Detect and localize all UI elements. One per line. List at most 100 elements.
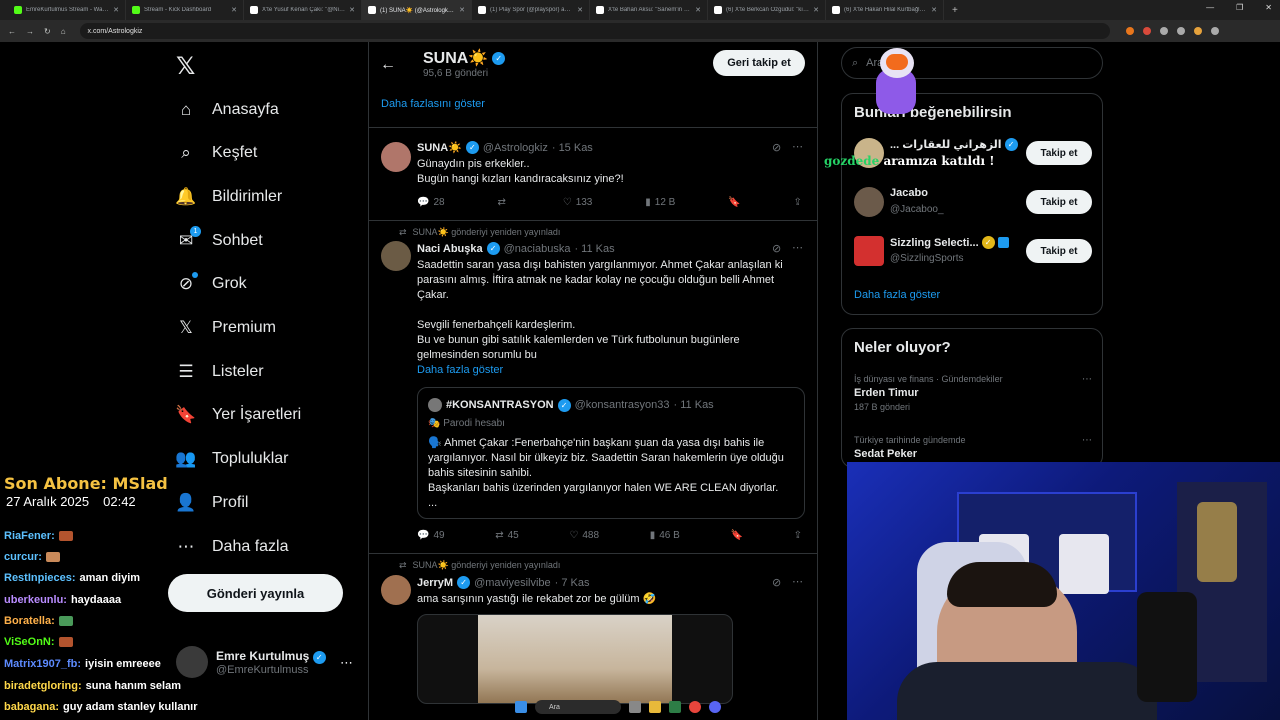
more-icon[interactable]: ⋯ [1082,374,1092,385]
nav-item-bildirimler[interactable]: 🔔 Bildirimler [175,182,282,212]
avatar [381,142,411,172]
trend-item[interactable]: İş dünyası ve finans · Gündemdekiler Erd… [854,374,1092,412]
grok-explain-icon[interactable]: ⊘ [772,576,781,589]
share-button[interactable]: ⇪ [794,197,802,208]
repost-button[interactable]: ⇄ 45 [495,530,519,541]
browser-tab[interactable]: (1) SUNA☀️ (@Astrologkiz) / X ✕ [362,0,472,20]
url-text: x.com/Astrologkiz [87,27,143,35]
extension-icon[interactable] [1159,27,1168,35]
show-more-link[interactable]: Daha fazlasını göster [381,98,485,110]
task-view-icon[interactable] [629,701,641,713]
windows-start-icon[interactable] [515,701,527,713]
follow-button[interactable]: Takip et [1026,141,1092,165]
back-arrow-icon[interactable]: ← [380,56,396,74]
nav-item-premium[interactable]: 𝕏 Premium [176,313,276,343]
profile-avatar-icon[interactable] [1193,27,1202,35]
account-more-icon[interactable]: ⋯ [340,655,353,671]
nav-label: Profil [212,494,249,511]
discord-icon[interactable] [709,701,721,713]
tab-close-icon[interactable]: ✕ [577,6,583,14]
views-button[interactable]: ▮ 12 B [645,197,675,208]
nav-label: Yer İşaretleri [212,406,302,423]
back-nav-icon[interactable]: ← [8,27,16,36]
suggestion-item[interactable]: Sizzling Selecti... ✓ @SizzlingSports Tak… [854,232,1092,272]
show-more-link[interactable]: Daha fazla göster [854,289,940,301]
browser-tab[interactable]: EmreKurtulmus Stream - Watch ✕ [8,0,126,20]
forward-nav-icon[interactable]: → [26,27,34,36]
follow-button[interactable]: Takip et [1026,239,1092,263]
tweet[interactable]: SUNA☀️ ✓ @Astrologkiz · 15 Kas Günaydın pi… [381,140,806,220]
more-icon[interactable]: ⋯ [1082,435,1092,446]
tab-title: X'te Bahan Aksu: "Sanem'in bilik... [608,7,692,13]
bookmark-button[interactable]: 🔖 [730,530,742,541]
nav-item-profil[interactable]: 👤 Profil [175,488,249,518]
tab-close-icon[interactable]: ✕ [931,6,937,14]
x-logo-icon[interactable]: 𝕏 [176,52,195,81]
browser-tab[interactable]: Stream - Kick Dashboard ✕ [126,0,244,20]
home-nav-icon[interactable]: ⌂ [61,27,66,36]
chrome-icon[interactable] [689,701,701,713]
card-title: Neler oluyor? [854,339,951,356]
reply-button[interactable]: 💬 49 [417,530,445,541]
reload-icon[interactable]: ↻ [44,27,51,36]
nav-item-grok[interactable]: ⊘ Grok [176,269,247,299]
tab-close-icon[interactable]: ✕ [231,6,237,14]
tab-close-icon[interactable]: ✕ [695,6,701,14]
more-icon[interactable]: ⋯ [792,575,803,588]
notification-dot [192,272,198,278]
taskbar-search[interactable]: Ara [535,700,621,714]
browser-tab[interactable]: X'te Bahan Aksu: "Sanem'in bilik... ✕ [590,0,708,20]
browser-tab[interactable]: (1) Play Spor (@playspor) adlı k... ✕ [472,0,590,20]
repost-button[interactable]: ⇄ [497,197,509,208]
maximize-icon[interactable]: ❐ [1236,3,1243,12]
show-more-link[interactable]: Daha fazla göster [417,363,802,378]
tab-close-icon[interactable]: ✕ [349,6,355,14]
grok-explain-icon[interactable]: ⊘ [772,242,781,255]
file-explorer-icon[interactable] [649,701,661,713]
tab-close-icon[interactable]: ✕ [459,6,465,14]
reply-button[interactable]: 💬 28 [417,197,445,208]
tweet-media[interactable] [417,614,733,704]
nav-item-keşfet[interactable]: ⌕ Keşfet [176,138,257,168]
browser-tab[interactable]: (6) X'te Hakan Hilal Kurtbağlı: "y... ✕ [826,0,944,20]
avatar [381,575,411,605]
address-bar[interactable]: x.com/Astrologkiz [79,23,1110,39]
suggestion-item[interactable]: Jacabo @Jacaboo_ Takip et [854,183,1092,223]
extension-icon[interactable] [1176,27,1185,35]
follow-button[interactable]: Takip et [1026,190,1092,214]
nav-item-anasayfa[interactable]: ⌂ Anasayfa [176,95,279,125]
extension-icon[interactable] [1142,27,1151,35]
follow-back-button[interactable]: Geri takip et [713,50,805,76]
trend-category: İş dünyası ve finans · Gündemdekiler [854,374,1003,384]
extension-icon[interactable] [1125,27,1134,35]
minimize-icon[interactable]: — [1206,3,1214,12]
like-button[interactable]: ♡ 488 [569,530,599,541]
grok-explain-icon[interactable]: ⊘ [772,141,781,154]
browser-tab[interactable]: X'te Yusuf Kenan Çakı: "@Nicha... ✕ [244,0,362,20]
views-button[interactable]: ▮ 46 B [650,530,680,541]
quoted-tweet[interactable]: #KONSANTRASYON ✓ @konsantrasyon33 · 11 Kas… [417,387,805,519]
tweet[interactable]: JerryM ✓ @maviyesilvibe · 7 Kas ama sarışı… [381,575,806,615]
tab-close-icon[interactable]: ✕ [813,6,819,14]
tweet-actions: 💬 28 ⇄ ♡ 133 ▮ 12 B 🔖 ⇪ [417,197,802,208]
browser-tab[interactable]: (6) X'te Berkcan Özgüdül: "kızıl g... ✕ [708,0,826,20]
chat-emote-icon [58,616,73,627]
nav-item-topluluklar[interactable]: 👥 Topluluklar [175,444,288,474]
more-icon[interactable]: ⋯ [792,140,803,153]
new-tab-icon[interactable]: + [952,5,958,16]
nav-item-sohbet[interactable]: ✉ 1 Sohbet [176,226,263,256]
more-icon[interactable]: ⋯ [792,241,803,254]
nav-item-listeler[interactable]: ☰ Listeler [176,357,263,387]
verified-badge-icon: ✓ [457,576,471,589]
trend-item[interactable]: Türkiye tarihinde gündemde Sedat Peker ⋯ [854,435,1092,460]
share-button[interactable]: ⇪ [794,530,802,541]
chat-username: RestInpieces: [4,572,76,584]
menu-icon[interactable] [1210,27,1219,35]
bookmark-button[interactable]: 🔖 [728,197,740,208]
nav-item-yer-i-şaretleri[interactable]: 🔖 Yer İşaretleri [175,400,302,430]
browser-toolbar: ← → ↻ ⌂ x.com/Astrologkiz [0,20,1280,42]
like-button[interactable]: ♡ 133 [563,197,593,208]
close-window-icon[interactable]: ✕ [1265,3,1272,12]
app-icon[interactable] [669,701,681,713]
tab-close-icon[interactable]: ✕ [113,6,119,14]
